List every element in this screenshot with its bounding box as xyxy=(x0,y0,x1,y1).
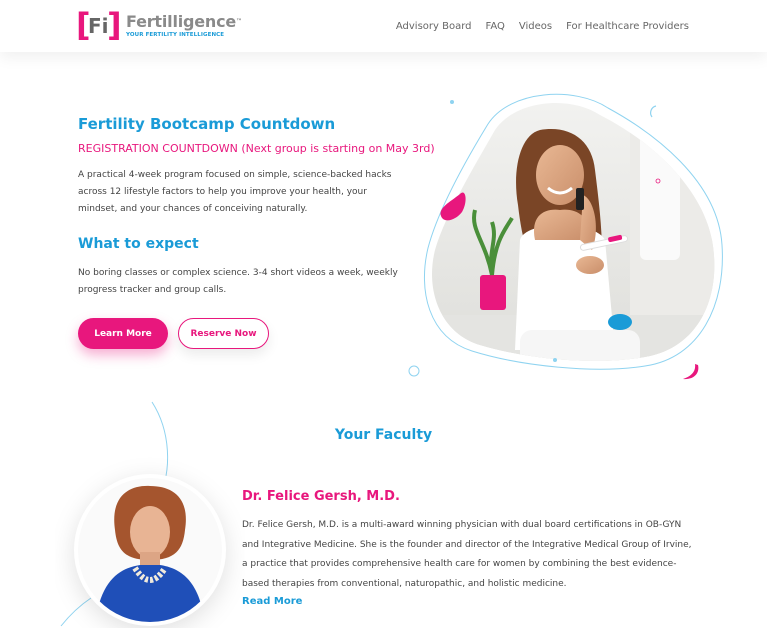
arc-decoration xyxy=(60,597,92,627)
pink-crescent-shape xyxy=(683,364,699,380)
nav-videos[interactable]: Videos xyxy=(519,20,552,34)
logo-trademark: ™ xyxy=(236,18,242,25)
learn-more-button[interactable]: Learn More xyxy=(78,318,168,349)
ring-decoration xyxy=(408,365,420,377)
hero-description: A practical 4-week program focused on si… xyxy=(78,170,392,214)
hero-image xyxy=(408,93,723,380)
read-more-link[interactable]: Read More xyxy=(242,596,302,607)
photo-scene xyxy=(432,102,715,361)
expect-title: What to expect xyxy=(78,236,199,252)
dot-decoration xyxy=(450,100,454,104)
arc-decoration xyxy=(650,105,657,118)
registration-countdown: REGISTRATION COUNTDOWN (Next group is st… xyxy=(78,142,435,155)
logo-tagline: YOUR FERTILITY INTELLIGENCE xyxy=(126,32,225,38)
faculty-bio: Dr. Felice Gersh, M.D. is a multi-award … xyxy=(242,520,692,590)
reserve-now-button[interactable]: Reserve Now xyxy=(178,318,269,349)
nav-healthcare-providers[interactable]: For Healthcare Providers xyxy=(566,20,689,34)
expect-description: No boring classes or complex science. 3-… xyxy=(78,268,398,295)
nav-advisory-board[interactable]: Advisory Board xyxy=(396,20,472,34)
site-header: [ Fi ] Fertilligence™ YOUR FERTILITY INT… xyxy=(0,0,767,52)
hero-title: Fertility Bootcamp Countdown xyxy=(78,115,336,133)
dot-decoration xyxy=(553,358,557,362)
faculty-photo xyxy=(60,401,226,627)
logo-name: Fertilligence™ xyxy=(126,12,242,31)
logo-mark: [ Fi ] xyxy=(76,6,122,44)
nav-faq[interactable]: FAQ xyxy=(486,20,505,34)
logo-wordmark: Fertilligence™ YOUR FERTILITY INTELLIGEN… xyxy=(126,13,242,39)
faculty-name: Dr. Felice Gersh, M.D. xyxy=(242,489,400,504)
logo-bracket-right: ] xyxy=(107,6,122,44)
main-nav: Advisory Board FAQ Videos For Healthcare… xyxy=(396,20,689,34)
site-logo[interactable]: [ Fi ] Fertilligence™ YOUR FERTILITY INT… xyxy=(76,6,242,44)
logo-mark-text: Fi xyxy=(88,14,109,38)
